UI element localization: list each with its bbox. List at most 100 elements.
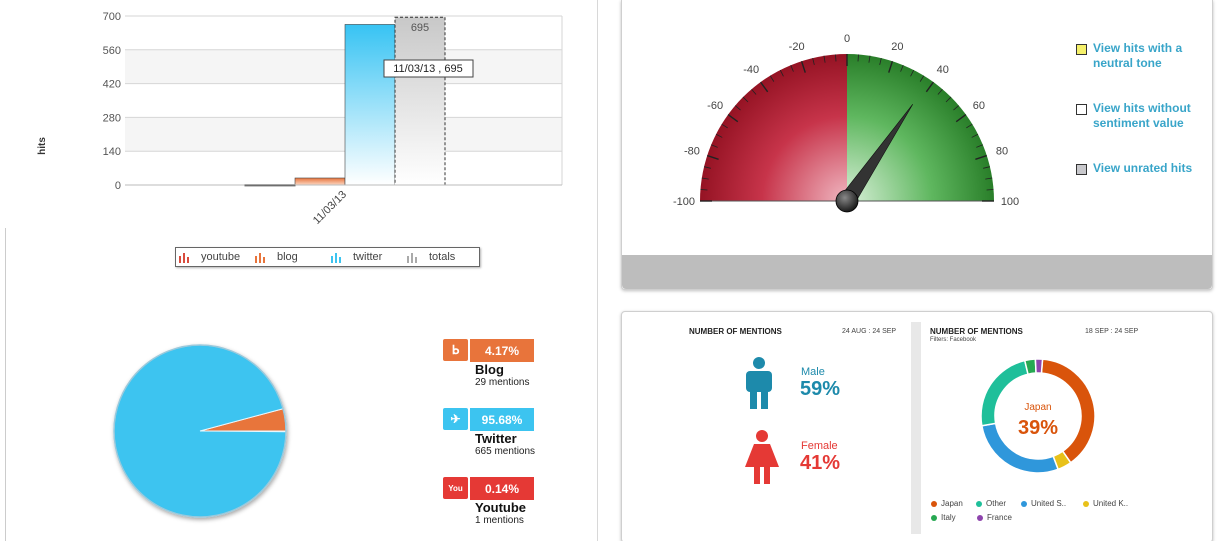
gauge-tick-label: 40 [937,64,949,76]
legend-label: blog [277,251,298,263]
legend-dot [1083,500,1089,507]
gauge-tick-label: -100 [673,196,695,208]
bar-legend-icon [179,252,191,263]
legend-label: youtube [201,251,241,263]
toggle-unrated[interactable]: View unrated hits [1076,161,1211,176]
source-name: Blog [475,362,504,377]
donut-legend-united-k[interactable]: United K.. [1083,499,1128,508]
gauge-tick-label: 20 [891,41,903,53]
source-mentions: 665 mentions [475,446,536,457]
legend-dot [1021,500,1027,507]
sentiment-gauge-panel: -100 -80 -60 -40 -20 0 20 40 60 80 100 View hits w… [621,0,1213,290]
panel-divider [5,228,9,541]
y-tick-label: 0 [115,180,121,192]
bar-legend: youtube blog twitter totals [175,247,480,267]
checkbox-icon[interactable] [1076,104,1087,115]
country-donut-chart: Japan 39% [980,358,1096,474]
checkbox-icon[interactable] [1076,164,1087,175]
bar-legend-icon [407,252,419,263]
country-range: 18 SEP : 24 SEP [1085,328,1139,335]
gauge-tick-label: -20 [789,41,805,53]
gauge-tick-label: -60 [707,100,723,112]
legend-item-twitter[interactable]: twitter [331,251,382,263]
donut-legend-japan[interactable]: Japan [931,499,963,508]
y-tick-label: 560 [103,45,121,57]
left-panel: hits 700 560 420 280 140 0 695 11/03/13 , 695 1… [5,0,598,541]
legend-item-youtube[interactable]: youtube [179,251,240,263]
male-icon [746,357,772,409]
toggle-neutral-tone[interactable]: View hits with a neutral tone [1076,41,1206,71]
legend-item-totals[interactable]: totals [407,251,455,263]
legend-item-blog[interactable]: blog [255,251,298,263]
tooltip-text: 11/03/13 , 695 [393,63,463,75]
source-mentions: 1 mentions [475,515,524,526]
gauge-tick-label: 0 [844,33,850,45]
bar-chart: hits 700 560 420 280 140 0 695 11/03/13 , 695 1… [37,11,563,227]
source-percent: 95.68% [470,408,534,431]
y-tick-label: 140 [103,146,121,158]
legend-label: twitter [353,251,383,263]
legend-label: United K.. [1093,499,1129,508]
grid-band [125,49,562,84]
y-tick-label: 420 [103,79,121,91]
twitter-bird-icon: ✈ [443,408,468,430]
rss-icon: ᖯ [443,339,468,361]
youtube-icon: You [443,477,468,499]
mentions-panel: NUMBER OF MENTIONS 24 AUG : 24 SEP Male … [621,311,1213,541]
gauge-negative-band [700,54,847,201]
bar-legend-icon [255,252,267,263]
legend-dot [976,500,982,507]
donut-slice-france[interactable] [1034,358,1044,374]
gauge-tick-label: 60 [973,100,985,112]
legend-dot [977,514,983,521]
legend-dot [931,514,937,521]
checkbox-icon[interactable] [1076,44,1087,55]
donut-center-label: Japan [1024,402,1051,413]
gauge-tick-label: -80 [684,146,700,158]
gauge-footer-bar [622,255,1212,289]
source-percent: 0.14% [470,477,534,500]
toggle-label: View hits with a neutral tone [1093,41,1183,70]
toggle-label: View hits without sentiment value [1093,101,1191,130]
gauge-tick-label: 80 [996,146,1008,158]
legend-label: Italy [941,513,956,522]
source-mentions: 29 mentions [475,377,530,388]
toggle-no-sentiment[interactable]: View hits without sentiment value [1076,101,1211,131]
sentiment-gauge: -100 -80 -60 -40 -20 0 20 40 60 80 100 [673,33,1019,213]
gauge-tick-label: -40 [743,64,759,76]
donut-center-percent: 39% [1018,417,1058,439]
donut-slice-other[interactable] [980,359,1029,427]
data-label-total: 695 [411,22,429,34]
donut-legend-italy[interactable]: Italy [931,513,956,522]
tooltip: 11/03/13 , 695 [383,59,474,78]
gauge-tick [700,189,708,191]
legend-label: totals [429,251,456,263]
female-label: Female [801,440,838,452]
donut-legend-united-s[interactable]: United S.. [1021,499,1066,508]
legend-label: France [987,513,1012,522]
grid-band [125,117,562,152]
toggle-label: View unrated hits [1093,161,1193,175]
bar-twitter[interactable] [344,24,396,186]
source-pie-chart [113,344,287,518]
source-name: Twitter [475,431,517,446]
donut-legend-other[interactable]: Other [976,499,1006,508]
legend-label: Japan [941,499,963,508]
source-name: Youtube [475,500,527,515]
y-tick-label: 700 [103,11,121,23]
bar-totals[interactable] [394,16,446,186]
donut-legend-france[interactable]: France [977,513,1012,522]
bar-blog[interactable] [294,177,346,186]
gauge-hub [835,189,859,213]
mentions-divider [911,322,921,534]
legend-label: Other [986,499,1007,508]
y-axis-label: hits [37,137,48,155]
male-percent: 59% [800,378,841,400]
male-label: Male [801,366,825,378]
gauge-tick [835,54,837,62]
country-heading: NUMBER OF MENTIONS [930,327,1023,336]
source-percent: 4.17% [470,339,534,362]
y-tick-label: 280 [103,112,121,124]
country-filters: Filters: Facebook [930,337,977,343]
female-percent: 41% [800,452,841,474]
